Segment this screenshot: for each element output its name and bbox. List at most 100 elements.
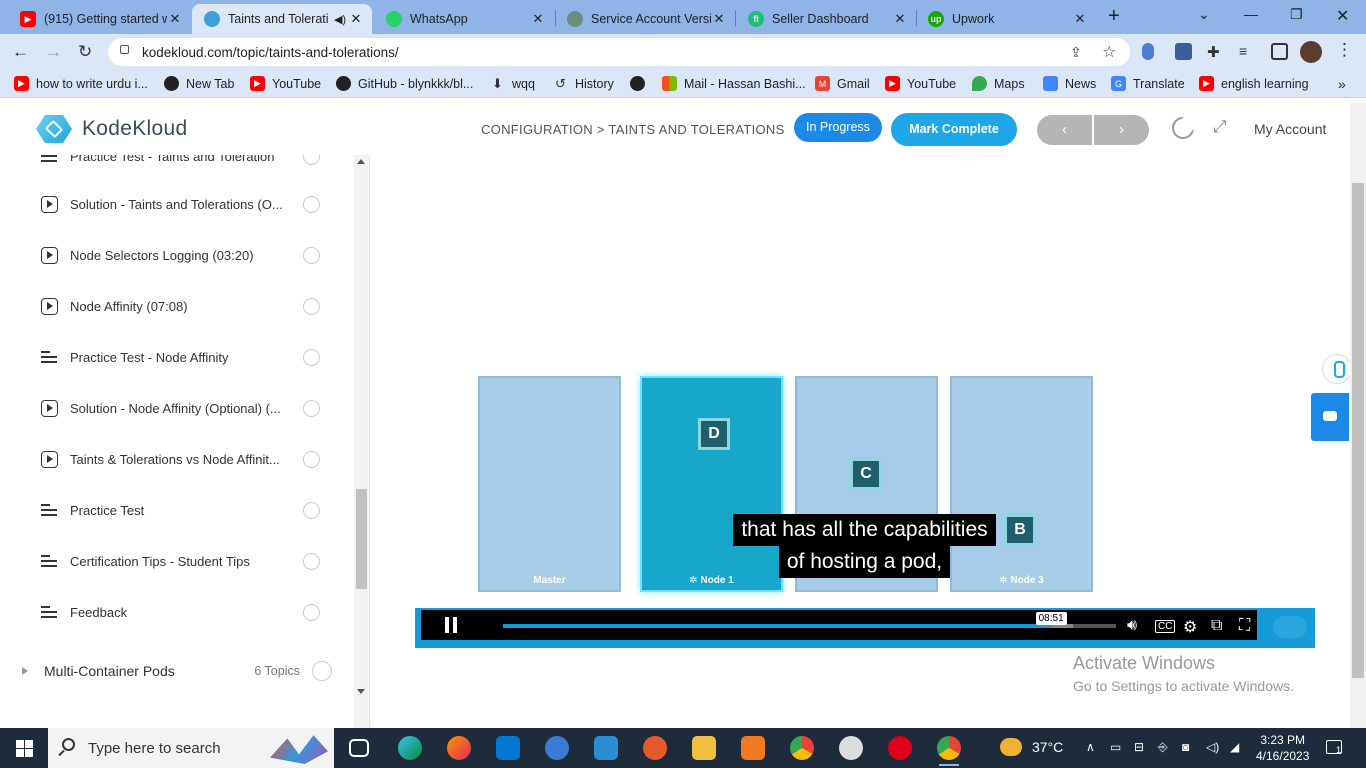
my-account-link[interactable]: My Account xyxy=(1254,121,1326,137)
bookmark-item[interactable]: ▶ english learning xyxy=(1199,76,1309,91)
video-player[interactable]: Master D ✲ Node 1 C B ✲ Node 3 that has … xyxy=(415,350,1315,648)
taskbar-search-box[interactable]: Type here to search xyxy=(48,728,334,768)
sidebar-item-solution-taints[interactable]: Solution - Taints and Tolerations (O... xyxy=(40,192,322,216)
download-extension-icon[interactable] xyxy=(1175,43,1192,60)
windows-start-button[interactable] xyxy=(16,740,33,757)
sidebar-item-node-affinity[interactable]: Node Affinity (07:08) xyxy=(40,294,322,318)
mic-extension-icon[interactable] xyxy=(1142,43,1154,60)
completion-circle[interactable] xyxy=(303,603,320,621)
camera-icon[interactable]: ◙ xyxy=(1182,740,1189,754)
sidebar-item-practice-test[interactable]: Practice Test xyxy=(40,498,322,522)
completion-circle[interactable] xyxy=(303,297,320,315)
tray-overflow-icon[interactable]: ∧ xyxy=(1086,740,1095,754)
bookmark-item[interactable]: ⬇ wqq xyxy=(490,76,535,91)
close-tab-icon[interactable]: ✕ xyxy=(348,11,364,27)
address-bar[interactable]: kodekloud.com/topic/taints-and-toleratio… xyxy=(108,38,1130,66)
tab-service-account[interactable]: Service Account Versic ✕ xyxy=(555,4,735,34)
bookmark-item[interactable]: ▶ YouTube xyxy=(885,76,956,91)
skype-icon[interactable] xyxy=(545,736,569,760)
tab-search-chevron-icon[interactable]: ⌄ xyxy=(1198,6,1210,23)
mark-complete-button[interactable]: Mark Complete xyxy=(891,113,1017,146)
reload-button[interactable]: ↻ xyxy=(78,42,92,62)
fullscreen-icon[interactable]: ⛶ xyxy=(1239,617,1250,635)
section-completion-circle[interactable] xyxy=(312,661,332,681)
forward-button[interactable]: → xyxy=(45,42,62,62)
url-text[interactable]: kodekloud.com/topic/taints-and-toleratio… xyxy=(142,45,399,60)
reading-list-icon[interactable]: ≡ xyxy=(1239,43,1256,60)
sidebar-item-node-selectors[interactable]: Node Selectors Logging (03:20) xyxy=(40,243,322,267)
completion-circle[interactable] xyxy=(303,450,320,468)
bookmark-item[interactable]: Maps xyxy=(972,76,1025,91)
scrollbar-thumb[interactable] xyxy=(356,489,367,589)
file-explorer-icon[interactable] xyxy=(692,736,716,760)
wifi-icon[interactable]: ◢ xyxy=(1230,740,1239,754)
pause-button[interactable] xyxy=(441,617,469,635)
meet-now-icon[interactable]: ⎆ xyxy=(1158,740,1168,755)
back-button[interactable]: ← xyxy=(12,42,29,62)
chat-support-button[interactable] xyxy=(1311,393,1349,441)
speaker-mute-icon[interactable]: ◀) xyxy=(332,13,348,26)
settings-app-icon[interactable] xyxy=(741,736,765,760)
completion-circle[interactable] xyxy=(303,195,320,213)
bookmark-item[interactable]: M Gmail xyxy=(815,76,870,91)
settings-gear-icon[interactable]: ⚙ xyxy=(1183,617,1197,637)
in-progress-badge[interactable]: In Progress xyxy=(794,113,882,142)
expand-fullscreen-icon[interactable]: ⤢ xyxy=(1213,117,1227,137)
notification-center-icon[interactable]: 1 xyxy=(1326,740,1342,755)
bookmark-star-icon[interactable]: ☆ xyxy=(1102,42,1116,62)
bookmark-item[interactable]: ▶ how to write urdu i... xyxy=(14,76,148,91)
mail-icon[interactable] xyxy=(594,736,618,760)
edge-browser-icon[interactable] xyxy=(398,736,422,760)
battery-icon[interactable]: ▭ xyxy=(1110,740,1121,754)
bookmark-item[interactable]: ▶ YouTube xyxy=(250,76,321,91)
close-window-button[interactable]: ✕ xyxy=(1336,6,1349,26)
close-tab-icon[interactable]: ✕ xyxy=(1072,11,1088,27)
kodekloud-logo[interactable]: KodeKloud xyxy=(34,115,187,143)
scroll-up-arrow-icon[interactable] xyxy=(357,159,365,164)
sidebar-item-feedback[interactable]: Feedback xyxy=(40,600,322,624)
next-topic-button[interactable]: › xyxy=(1094,115,1149,145)
bookmark-item[interactable]: Mail - Hassan Bashi... xyxy=(662,76,806,91)
weather-widget[interactable]: 37°C xyxy=(1000,738,1063,756)
completion-circle[interactable] xyxy=(303,348,320,366)
previous-topic-button[interactable]: ‹ xyxy=(1037,115,1092,145)
dark-mode-moon-icon[interactable] xyxy=(1172,116,1196,139)
chrome-icon[interactable] xyxy=(790,736,814,760)
video-seek-bar[interactable]: 08:51 xyxy=(503,612,1116,628)
bookmarks-overflow-icon[interactable]: » xyxy=(1338,76,1346,92)
sidebar-item-taints-vs-affinity[interactable]: Taints & Tolerations vs Node Affinit... xyxy=(40,447,322,471)
new-tab-button[interactable]: + xyxy=(1108,5,1120,28)
profile-avatar[interactable] xyxy=(1300,41,1322,63)
bookmark-item[interactable]: New Tab xyxy=(164,76,234,91)
tab-kodekloud[interactable]: Taints and Tolerati ◀) ✕ xyxy=(192,4,372,34)
tab-whatsapp[interactable]: WhatsApp ✕ xyxy=(374,4,554,34)
scroll-down-arrow-icon[interactable] xyxy=(357,689,365,694)
minimize-button[interactable]: — xyxy=(1244,6,1258,22)
chrome-active-icon[interactable] xyxy=(937,736,961,766)
tab-youtube[interactable]: ▶ (915) Getting started w ✕ xyxy=(8,4,191,34)
obs-icon[interactable] xyxy=(839,736,863,760)
bookmark-item[interactable] xyxy=(630,76,652,91)
completion-circle[interactable] xyxy=(303,552,320,570)
page-scrollbar-thumb[interactable] xyxy=(1352,183,1364,678)
close-tab-icon[interactable]: ✕ xyxy=(711,11,727,27)
network-icon[interactable]: ⊟ xyxy=(1134,740,1144,754)
completion-circle[interactable] xyxy=(303,399,320,417)
task-view-icon[interactable] xyxy=(349,739,369,757)
picture-in-picture-icon[interactable]: ⧉ xyxy=(1211,617,1222,635)
speaker-icon[interactable]: ◁) xyxy=(1206,740,1219,754)
bookmark-item[interactable]: News xyxy=(1043,76,1096,91)
taskbar-clock[interactable]: 3:23 PM 4/16/2023 xyxy=(1256,732,1309,764)
page-scrollbar[interactable] xyxy=(1350,103,1366,728)
sidebar-item-certification-tips[interactable]: Certification Tips - Student Tips xyxy=(40,549,322,573)
close-tab-icon[interactable]: ✕ xyxy=(530,11,546,27)
tab-seller-dashboard[interactable]: fi Seller Dashboard ✕ xyxy=(736,4,916,34)
restore-button[interactable]: ❐ xyxy=(1290,6,1303,23)
completion-circle[interactable] xyxy=(303,501,320,519)
close-tab-icon[interactable]: ✕ xyxy=(892,11,908,27)
side-panel-icon[interactable] xyxy=(1271,43,1288,60)
snail-app-icon[interactable] xyxy=(643,736,667,760)
sidebar-section-multi-container-pods[interactable]: Multi-Container Pods 6 Topics xyxy=(22,659,332,683)
sidebar-item-practice-test-node-affinity[interactable]: Practice Test - Node Affinity xyxy=(40,345,322,369)
volume-icon[interactable]: 🔊︎ xyxy=(1127,617,1137,635)
